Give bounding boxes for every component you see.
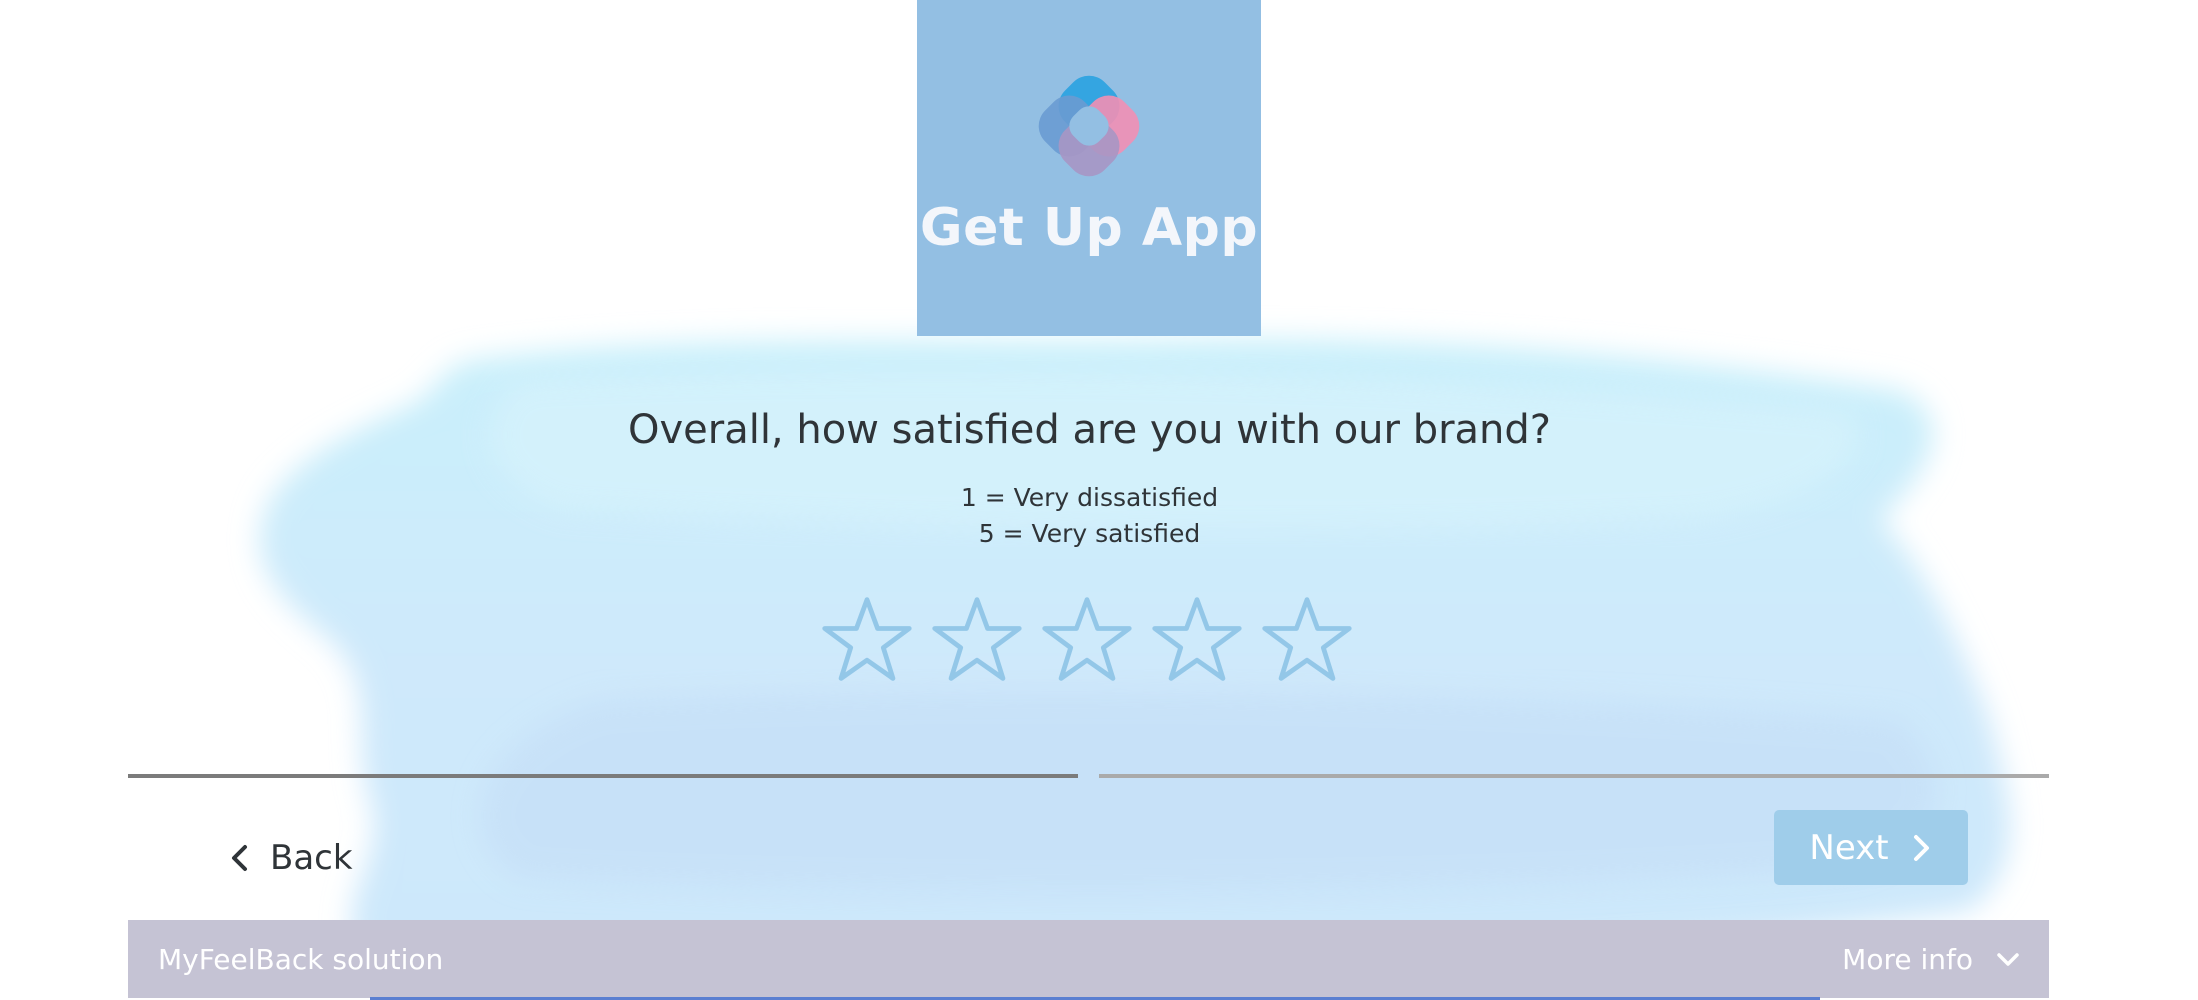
progress-segment-remaining [1099,774,2049,778]
footer-bar: MyFeelBack solution More info [128,920,2049,998]
back-button[interactable]: Back [228,830,353,886]
brand-name: Get Up App [919,198,1259,258]
star-2-icon[interactable] [929,592,1025,688]
scale-min-label: 1 = Very dissatisfied [960,483,1219,512]
footer-solution-label: MyFeelBack solution [158,942,444,976]
star-1-icon[interactable] [819,592,915,688]
chevron-down-icon [1997,953,2019,966]
next-label: Next [1809,827,1889,868]
star-4-icon[interactable] [1149,592,1245,688]
survey-page: Get Up App Overall, how satisfied are yo… [0,0,2198,1000]
more-info-label: More info [1842,942,1973,976]
overlapping-rounded-squares-logo-icon [1038,75,1140,177]
next-button[interactable]: Next [1774,810,1968,885]
scale-max-label: 5 = Very satisfied [978,519,1201,548]
chevron-left-icon [232,845,247,871]
chevron-right-icon [1913,834,1929,861]
question-title: Overall, how satisfied are you with our … [627,407,1552,453]
star-5-icon[interactable] [1259,592,1355,688]
star-3-icon[interactable] [1039,592,1135,688]
more-info-toggle[interactable]: More info [1842,943,2021,976]
progress-segment-completed [128,774,1078,778]
star-rating [819,592,1355,688]
back-label: Back [270,838,353,878]
scale-legend: 1 = Very dissatisfied 5 = Very satisfied [0,480,2179,552]
brand-logo: Get Up App [917,0,1261,336]
